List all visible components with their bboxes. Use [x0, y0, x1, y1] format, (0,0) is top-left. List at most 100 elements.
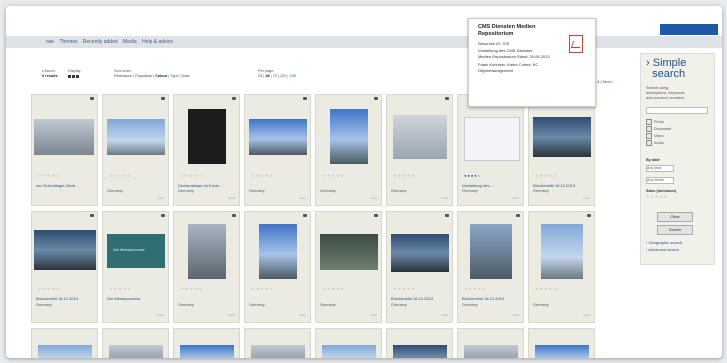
rating-stars[interactable]: ●●●●○ — [464, 173, 481, 178]
document-checkbox[interactable] — [646, 126, 652, 132]
per-page-72[interactable]: 72 — [273, 74, 277, 78]
sort-popularity[interactable]: Popularity — [135, 74, 152, 78]
thumbnail[interactable] — [393, 115, 447, 159]
per-page-24[interactable]: 24 — [258, 74, 262, 78]
tile-title[interactable]: Brückenbild 16.12.2013 — [36, 296, 96, 301]
tile-action-icons[interactable]: ▭▭ — [228, 313, 235, 317]
result-tile[interactable] — [315, 328, 382, 358]
pager-next[interactable]: Next › — [603, 79, 614, 84]
tile-title[interactable]: ner-Schrödinger-Zentr — [36, 183, 96, 188]
tile-action-icons[interactable]: ▭▭ — [441, 313, 448, 317]
sort-type[interactable]: Type — [170, 74, 178, 78]
result-tile[interactable]: ●●●●○ Vorstellung des... Germany ▭▭ — [457, 94, 524, 206]
rating-stars[interactable]: ★★★★★ — [180, 286, 203, 291]
thumbnail[interactable] — [322, 345, 376, 358]
result-tile[interactable]: ★★★★★ Brückenbild 16.12.2013 Germany ▭▭ — [457, 211, 524, 323]
rating-stars[interactable]: ★★★★★ — [322, 286, 345, 291]
thumbnail[interactable] — [533, 117, 591, 157]
rating-stars[interactable]: ★★★★★ — [393, 173, 416, 178]
rating-stars[interactable]: ★★★★★ — [393, 286, 416, 291]
tile-action-icons[interactable]: ▭▭ — [583, 313, 590, 317]
tile-action-icons[interactable]: ▭▭ — [512, 196, 519, 200]
thumbnail[interactable] — [393, 345, 447, 358]
sort-date[interactable]: Date — [182, 74, 190, 78]
result-tile[interactable]: ★★★★★ Deckenlampe im Erwin... Germany ▭▭ — [173, 94, 240, 206]
tile-title[interactable]: Vorstellung des... — [462, 183, 522, 188]
grid-small-icon[interactable] — [72, 74, 75, 78]
sort-relevance[interactable]: Relevance — [114, 74, 132, 78]
result-tile[interactable]: Der Messeprozess ★★★★★ Der Messeprozess … — [102, 211, 169, 323]
tile-action-icons[interactable]: ▭▭ — [157, 196, 164, 200]
result-tile[interactable]: ★★★★★ ner-Schrödinger-Zentr — [31, 94, 98, 206]
clear-button[interactable]: Clear — [657, 212, 693, 222]
thumbnail[interactable] — [107, 119, 165, 155]
stars-minimum-selector[interactable]: ★★★★★ — [646, 195, 668, 200]
nav-item-themes[interactable]: Themes — [59, 39, 77, 45]
geographic-search-link[interactable]: › Geographic search — [646, 240, 682, 245]
tile-action-icons[interactable]: ▭▭ — [299, 313, 306, 317]
tile-action-icons[interactable]: ▭▭ — [370, 196, 377, 200]
thumbnail[interactable] — [180, 345, 234, 358]
rating-stars[interactable]: ★★★★★ — [38, 173, 61, 178]
rating-stars[interactable]: ★★★★★ — [251, 286, 274, 291]
result-tile[interactable]: ★★★★★ Brückenbild 16.12.2013 Germany — [31, 211, 98, 323]
result-tile[interactable] — [102, 328, 169, 358]
tile-title[interactable]: Der Messeprozess — [107, 296, 167, 301]
tile-action-icons[interactable]: ▭▭ — [228, 196, 235, 200]
thumbnail[interactable] — [251, 345, 305, 358]
result-tile[interactable]: ★★★★★ Germany ▭▭ — [528, 211, 595, 323]
result-tile[interactable]: ★★★★★ Germany ▭▭ — [386, 94, 453, 206]
rating-stars[interactable]: ★★★★★ — [251, 173, 274, 178]
thumbnail[interactable] — [535, 345, 589, 358]
sort-colour[interactable]: Colour — [155, 74, 167, 78]
tile-title[interactable]: Brückenbild 16.12.2013 — [462, 296, 522, 301]
thumbnail[interactable]: Der Messeprozess — [107, 234, 165, 268]
rating-stars[interactable]: ★★★★★ — [180, 173, 203, 178]
result-tile[interactable]: ★★★★★ Brückenbild 16.12.2013 Germany ▭▭ — [386, 211, 453, 323]
nav-item-media[interactable]: Media — [123, 39, 137, 45]
audio-checkbox[interactable] — [646, 140, 652, 146]
tile-title[interactable]: Brückenbild 16.12.2013 — [391, 296, 451, 301]
list-icon[interactable] — [76, 74, 79, 78]
tile-action-icons[interactable]: ▭▭ — [441, 196, 448, 200]
result-tile[interactable]: ★★★★★ Germany ▭▭ — [315, 211, 382, 323]
rating-stars[interactable]: ★★★★★ — [535, 173, 558, 178]
tile-action-icons[interactable]: ▭▭ — [512, 313, 519, 317]
thumbnail[interactable] — [38, 345, 92, 358]
rating-stars[interactable]: ★★★★★ — [322, 173, 345, 178]
rating-stars[interactable]: ★★★★★ — [535, 286, 558, 291]
advanced-search-link[interactable]: › Advanced search — [646, 247, 679, 252]
video-checkbox[interactable] — [646, 133, 652, 139]
photo-checkbox[interactable] — [646, 119, 652, 125]
thumbnail[interactable] — [34, 119, 94, 155]
filter-audio[interactable]: Audio — [646, 140, 664, 146]
header-login-bar[interactable] — [660, 24, 718, 35]
thumbnail[interactable] — [320, 234, 378, 270]
thumbnail[interactable] — [541, 224, 583, 279]
result-tile[interactable]: ★★★★★ Germany ▭▭ — [315, 94, 382, 206]
result-tile[interactable] — [244, 328, 311, 358]
per-page-48[interactable]: 48 — [265, 74, 269, 78]
thumbnail[interactable] — [34, 230, 96, 270]
thumbnail[interactable] — [259, 224, 297, 279]
per-page-120[interactable]: 120 — [280, 74, 286, 78]
thumbnail[interactable] — [188, 224, 226, 279]
tile-action-icons[interactable]: ▭▭ — [370, 313, 377, 317]
filter-video[interactable]: Video — [646, 133, 664, 139]
tile-title[interactable]: Brückenbild 16.12.2013 — [533, 183, 593, 188]
grid-large-icon[interactable] — [68, 74, 71, 78]
thumbnail[interactable] — [109, 345, 163, 358]
result-tile[interactable]: ★★★★★ Germany ▭▭ — [244, 94, 311, 206]
thumbnail[interactable] — [188, 109, 226, 164]
per-page-240[interactable]: 240 — [289, 74, 295, 78]
nav-item-help[interactable]: Help & advice — [142, 39, 173, 45]
result-tile[interactable]: ★★★★★ Germany ▭▭ — [173, 211, 240, 323]
rating-stars[interactable]: ★★★★★ — [464, 286, 487, 291]
search-button[interactable]: Search — [657, 225, 693, 235]
thumbnail[interactable] — [464, 117, 520, 161]
result-tile[interactable]: ★★★★★ Germany ▭▭ — [102, 94, 169, 206]
thumbnail[interactable] — [470, 224, 512, 279]
year-select[interactable]: Any year — [646, 165, 674, 172]
result-tile[interactable]: ★★★★★ Germany ▭▭ — [244, 211, 311, 323]
rating-stars[interactable]: ★★★★★ — [109, 173, 132, 178]
